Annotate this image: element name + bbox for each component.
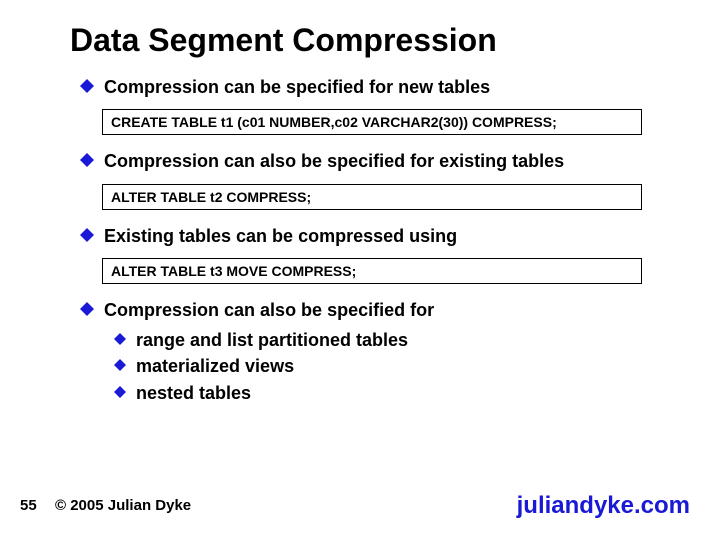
diamond-bullet-icon: [80, 153, 94, 167]
sub-bullet-item: materialized views: [114, 354, 680, 378]
bullet-item: Compression can be specified for new tab…: [80, 75, 680, 99]
slide-content: Compression can be specified for new tab…: [80, 75, 680, 407]
sub-bullet-text: range and list partitioned tables: [136, 328, 408, 352]
diamond-bullet-icon: [80, 302, 94, 316]
code-box: CREATE TABLE t1 (c01 NUMBER,c02 VARCHAR2…: [102, 109, 642, 135]
page-number: 55: [20, 497, 37, 514]
bullet-text: Compression can be specified for new tab…: [104, 75, 490, 99]
diamond-bullet-icon: [114, 386, 126, 398]
bullet-item: Existing tables can be compressed using: [80, 224, 680, 248]
sub-bullet-list: range and list partitioned tables materi…: [114, 328, 680, 405]
sub-bullet-text: nested tables: [136, 381, 251, 405]
bullet-text: Compression can also be specified for ex…: [104, 149, 564, 173]
copyright-text: © 2005 Julian Dyke: [55, 497, 191, 514]
bullet-text: Compression can also be specified for: [104, 298, 434, 322]
brand-url: juliandyke.com: [517, 492, 690, 520]
code-box: ALTER TABLE t3 MOVE COMPRESS;: [102, 258, 642, 284]
bullet-item: Compression can also be specified for ex…: [80, 149, 680, 173]
sub-bullet-item: nested tables: [114, 381, 680, 405]
diamond-bullet-icon: [80, 228, 94, 242]
diamond-bullet-icon: [114, 359, 126, 371]
slide: Data Segment Compression Compression can…: [0, 0, 720, 540]
bullet-text: Existing tables can be compressed using: [104, 224, 457, 248]
sub-bullet-item: range and list partitioned tables: [114, 328, 680, 352]
diamond-bullet-icon: [114, 333, 126, 345]
code-box: ALTER TABLE t2 COMPRESS;: [102, 184, 642, 210]
slide-title: Data Segment Compression: [70, 22, 497, 59]
bullet-item: Compression can also be specified for: [80, 298, 680, 322]
sub-bullet-text: materialized views: [136, 354, 294, 378]
diamond-bullet-icon: [80, 79, 94, 93]
